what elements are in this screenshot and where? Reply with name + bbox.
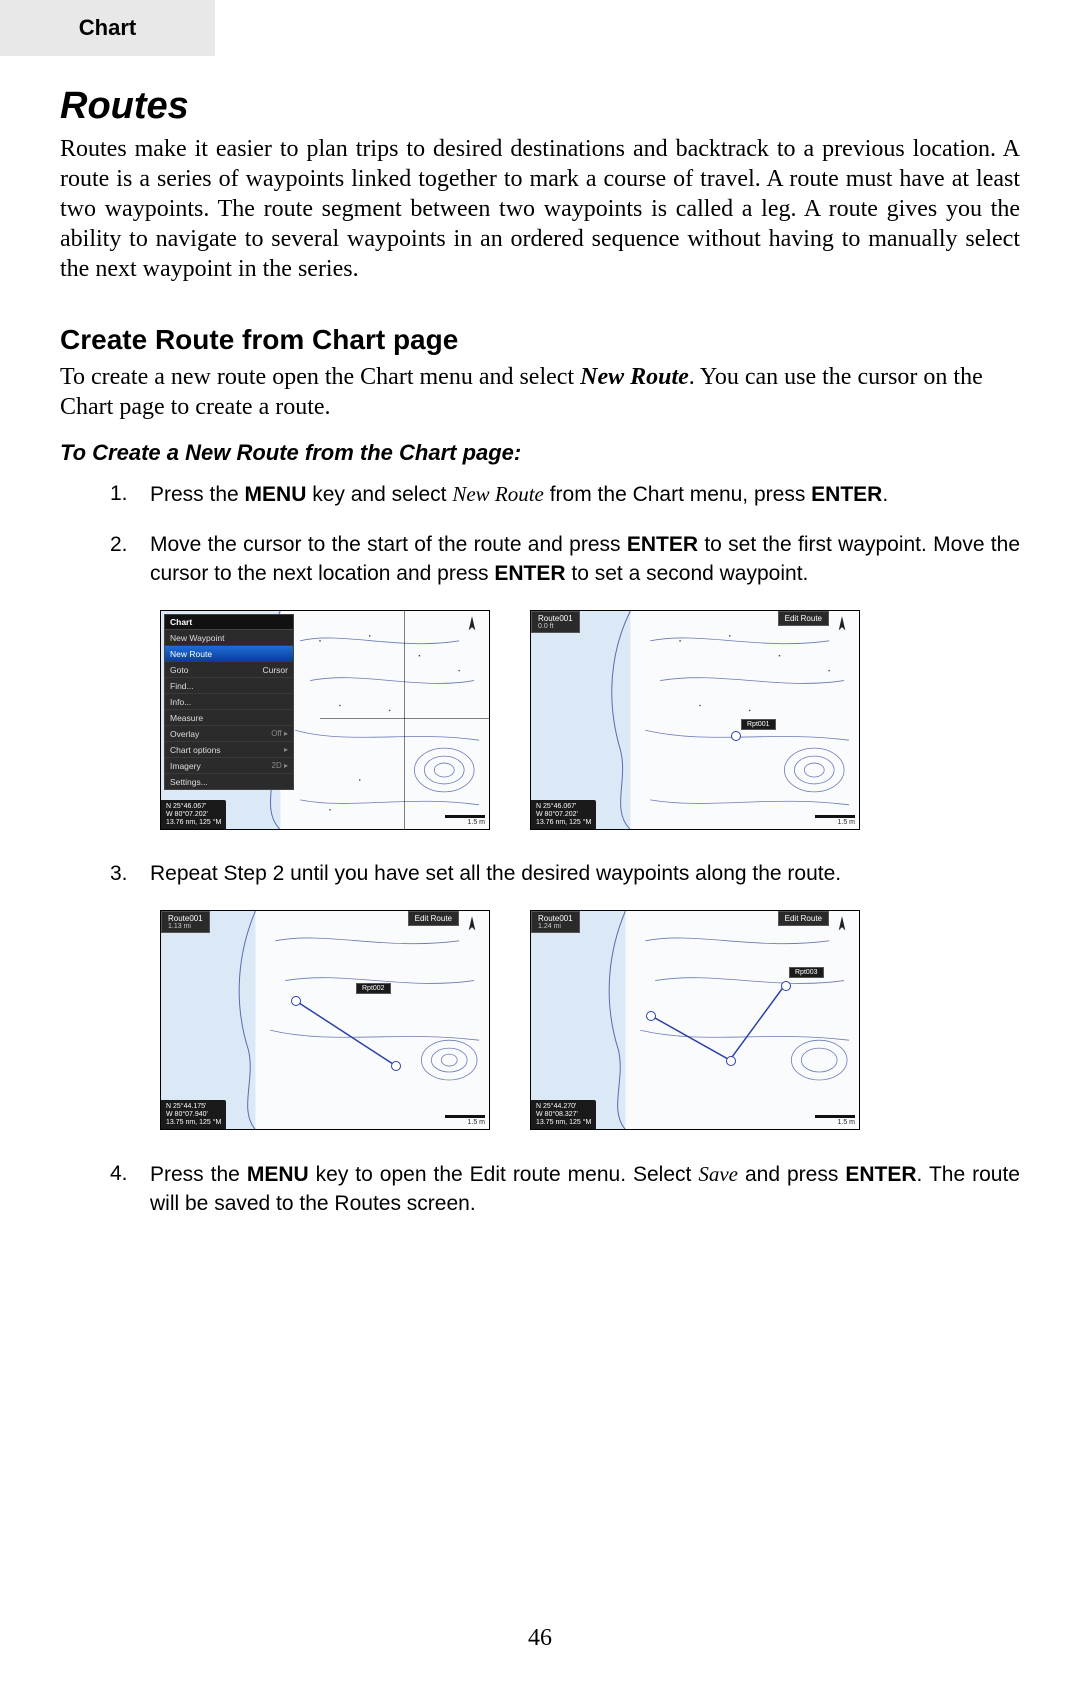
screenshot-second-waypoint: Route001 1.13 mi Edit Route Rpt002 N 25°… xyxy=(160,910,490,1130)
waypoint-label: Rpt003 xyxy=(789,967,824,978)
menu-item[interactable]: Info... xyxy=(165,694,293,710)
waypoint-label: Rpt002 xyxy=(356,983,391,994)
menu-title: Chart xyxy=(165,615,293,630)
edit-route-chip: Edit Route xyxy=(778,911,829,926)
scale-bar: 1.5 m xyxy=(445,1115,485,1126)
step-item: 3.Repeat Step 2 until you have set all t… xyxy=(110,860,1020,888)
chart-context-menu: Chart New WaypointNew RouteGotoCursorFin… xyxy=(164,614,294,790)
north-arrow-icon xyxy=(831,615,853,637)
steps-heading: To Create a New Route from the Chart pag… xyxy=(60,440,1020,466)
menu-item[interactable]: Imagery2D ▸ xyxy=(165,758,293,774)
step-text: Press the MENU key and select New Route … xyxy=(150,483,888,506)
steps-list: 1.Press the MENU key and select New Rout… xyxy=(60,480,1020,588)
header-tab-label: Chart xyxy=(79,15,136,41)
route-name-chip: Route001 1.13 mi xyxy=(161,911,210,933)
chart-background xyxy=(161,911,489,1130)
waypoint-marker xyxy=(731,731,741,741)
menu-item[interactable]: Measure xyxy=(165,710,293,726)
coord-readout: N 25°44.270' W 80°08.327' 13.75 nm, 125 … xyxy=(531,1100,596,1129)
waypoint-label: Rpt001 xyxy=(741,719,776,730)
north-arrow-icon xyxy=(831,915,853,937)
section-body: To create a new route open the Chart men… xyxy=(60,362,1020,422)
north-arrow-icon xyxy=(461,915,483,937)
screenshot-chart-menu: Chart New WaypointNew RouteGotoCursorFin… xyxy=(160,610,490,830)
intro-paragraph: Routes make it easier to plan trips to d… xyxy=(60,134,1020,284)
menu-item[interactable]: OverlayOff ▸ xyxy=(165,726,293,742)
page-title: Routes xyxy=(60,85,1020,128)
scale-bar: 1.5 m xyxy=(815,815,855,826)
north-arrow-icon xyxy=(461,615,483,637)
edit-route-chip: Edit Route xyxy=(778,611,829,626)
scale-bar: 1.5 m xyxy=(445,815,485,826)
route-name-chip: Route001 0.0 ft xyxy=(531,611,580,633)
coord-readout: N 25°46.067' W 80°07.202' 13.76 nm, 125 … xyxy=(161,800,226,829)
step-text: Press the MENU key to open the Edit rout… xyxy=(150,1163,1020,1214)
step-item: 4.Press the MENU key to open the Edit ro… xyxy=(110,1160,1020,1218)
coord-readout: N 25°44.175' W 80°07.940' 13.75 nm, 125 … xyxy=(161,1100,226,1129)
steps-list: 4.Press the MENU key to open the Edit ro… xyxy=(60,1160,1020,1218)
screenshot-third-waypoint: Route001 1.24 mi Edit Route Rpt003 N 25°… xyxy=(530,910,860,1130)
coord-readout: N 25°46.067' W 80°07.202' 13.76 nm, 125 … xyxy=(531,800,596,829)
step-text: Repeat Step 2 until you have set all the… xyxy=(150,862,841,885)
menu-item[interactable]: Chart options ▸ xyxy=(165,742,293,758)
menu-item[interactable]: GotoCursor xyxy=(165,662,293,678)
route-name-chip: Route001 1.24 mi xyxy=(531,911,580,933)
screenshot-first-waypoint: Route001 0.0 ft Edit Route Rpt001 N 25°4… xyxy=(530,610,860,830)
header-tab: Chart xyxy=(0,0,215,56)
scale-bar: 1.5 m xyxy=(815,1115,855,1126)
section-heading: Create Route from Chart page xyxy=(60,324,1020,356)
chart-background xyxy=(531,911,859,1130)
edit-route-chip: Edit Route xyxy=(408,911,459,926)
menu-item[interactable]: Settings... xyxy=(165,774,293,789)
steps-list: 3.Repeat Step 2 until you have set all t… xyxy=(60,860,1020,888)
menu-item[interactable]: New Waypoint xyxy=(165,630,293,646)
step-text: Move the cursor to the start of the rout… xyxy=(150,533,1020,584)
page-number: 46 xyxy=(0,1625,1080,1652)
menu-item[interactable]: Find... xyxy=(165,678,293,694)
step-item: 1.Press the MENU key and select New Rout… xyxy=(110,480,1020,509)
chart-background xyxy=(531,611,859,830)
menu-item[interactable]: New Route xyxy=(165,646,293,662)
step-item: 2.Move the cursor to the start of the ro… xyxy=(110,531,1020,588)
